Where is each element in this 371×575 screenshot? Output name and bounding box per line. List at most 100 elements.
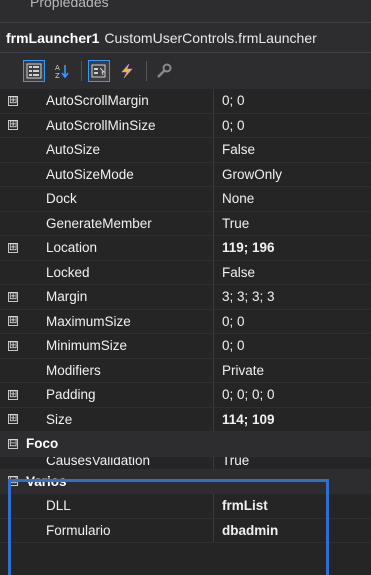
property-name: Size xyxy=(46,411,73,427)
column-divider xyxy=(213,138,214,162)
toolbar-separator-2 xyxy=(146,61,147,81)
column-divider xyxy=(213,334,214,358)
property-value[interactable]: False xyxy=(222,265,255,280)
property-name: AutoSize xyxy=(46,142,101,158)
column-divider xyxy=(213,260,214,284)
property-name: Padding xyxy=(46,387,96,403)
column-divider xyxy=(213,383,214,407)
property-name: Dock xyxy=(46,191,77,207)
property-value[interactable]: Private xyxy=(222,363,264,378)
object-selector[interactable]: frmLauncher1 CustomUserControls.frmLaunc… xyxy=(0,22,371,53)
expand-icon[interactable]: ⊞ xyxy=(8,242,18,253)
properties-button[interactable] xyxy=(88,60,110,82)
property-row-location[interactable]: ⊞ Location 119; 196 xyxy=(0,236,371,261)
toolbar-separator xyxy=(81,61,82,81)
expand-icon[interactable]: ⊞ xyxy=(8,120,18,131)
property-row-generatemember[interactable]: GenerateMember True xyxy=(0,211,371,236)
property-name: AutoScrollMargin xyxy=(46,93,149,109)
property-value[interactable]: 119; 196 xyxy=(222,240,275,255)
property-name: Formulario xyxy=(46,522,111,538)
property-name: MaximumSize xyxy=(46,313,131,329)
collapse-icon[interactable]: ⊟ xyxy=(8,438,18,449)
property-row-padding[interactable]: ⊞ Padding 0; 0; 0; 0 xyxy=(0,383,371,408)
expand-icon[interactable]: ⊞ xyxy=(8,316,18,327)
property-value[interactable]: dbadmin xyxy=(222,523,278,538)
svg-text:Z: Z xyxy=(55,72,60,79)
svg-text:A: A xyxy=(55,64,60,72)
column-divider xyxy=(213,285,214,309)
property-name: AutoSizeMode xyxy=(46,166,134,182)
category-name: Varios xyxy=(26,473,67,489)
property-name: Margin xyxy=(46,289,88,305)
property-row-autoscrollminsize[interactable]: ⊞ AutoScrollMinSize 0; 0 xyxy=(0,113,371,138)
property-row-maximumsize[interactable]: ⊞ MaximumSize 0; 0 xyxy=(0,309,371,334)
column-divider xyxy=(213,456,214,469)
property-value[interactable]: 3; 3; 3; 3 xyxy=(222,289,275,304)
category-foco[interactable]: ⊟ Foco xyxy=(0,432,371,457)
object-name: frmLauncher1 xyxy=(6,29,100,46)
column-divider xyxy=(213,187,214,211)
property-value[interactable]: False xyxy=(222,142,255,157)
events-icon xyxy=(121,63,133,79)
property-row-formulario[interactable]: Formulario dbadmin xyxy=(0,518,371,543)
property-name: AutoScrollMinSize xyxy=(46,117,156,133)
column-divider xyxy=(213,309,214,333)
column-divider xyxy=(213,407,214,431)
column-divider xyxy=(213,162,214,186)
property-value[interactable]: 0; 0 xyxy=(222,118,245,133)
category-name: Foco xyxy=(26,436,59,452)
property-row-margin[interactable]: ⊞ Margin 3; 3; 3; 3 xyxy=(0,285,371,310)
property-name: CausesValidation xyxy=(46,456,151,468)
expand-icon[interactable]: ⊞ xyxy=(8,95,18,106)
property-value[interactable]: 0; 0 xyxy=(222,93,245,108)
column-divider xyxy=(213,358,214,382)
property-name: DLL xyxy=(46,498,71,514)
panel-title: Propiedades xyxy=(30,0,109,10)
property-value[interactable]: True xyxy=(222,457,249,468)
expand-icon[interactable]: ⊞ xyxy=(8,291,18,302)
property-value[interactable]: GrowOnly xyxy=(222,167,282,182)
property-grid: ⊞ AutoScrollMargin 0; 0 ⊞ AutoScrollMinSize 0… xyxy=(0,89,371,575)
property-row-dll[interactable]: DLL frmList xyxy=(0,494,371,519)
property-row-minimumsize[interactable]: ⊞ MinimumSize 0; 0 xyxy=(0,334,371,359)
property-value[interactable]: frmList xyxy=(222,498,268,513)
property-value[interactable]: True xyxy=(222,216,249,231)
property-row-size[interactable]: ⊞ Size 114; 109 xyxy=(0,407,371,432)
column-divider xyxy=(213,211,214,235)
property-value[interactable]: 0; 0; 0; 0 xyxy=(222,387,275,402)
property-name: MinimumSize xyxy=(46,338,128,354)
column-divider xyxy=(213,518,214,542)
expand-icon[interactable]: ⊞ xyxy=(8,414,18,425)
alphabetical-icon: A Z xyxy=(55,64,69,79)
property-value[interactable]: 0; 0 xyxy=(222,314,245,329)
property-name: Modifiers xyxy=(46,362,101,378)
property-name: Locked xyxy=(46,264,90,280)
property-value[interactable]: 0; 0 xyxy=(222,338,245,353)
property-row-locked[interactable]: Locked False xyxy=(0,260,371,285)
property-value[interactable]: 114; 109 xyxy=(222,412,275,427)
expand-icon[interactable]: ⊞ xyxy=(8,340,18,351)
property-row-autoscrollmargin[interactable]: ⊞ AutoScrollMargin 0; 0 xyxy=(0,89,371,114)
column-divider xyxy=(213,113,214,137)
column-divider xyxy=(213,494,214,518)
properties-icon xyxy=(91,64,106,78)
column-divider xyxy=(213,236,214,260)
categorized-button[interactable] xyxy=(23,60,45,82)
alphabetical-button[interactable]: A Z xyxy=(51,60,73,82)
property-row-modifiers[interactable]: Modifiers Private xyxy=(0,358,371,383)
property-pages-button[interactable] xyxy=(153,60,175,82)
expand-icon[interactable]: ⊞ xyxy=(8,389,18,400)
property-row-autosize[interactable]: AutoSize False xyxy=(0,138,371,163)
property-row-dock[interactable]: Dock None xyxy=(0,187,371,212)
category-varios[interactable]: ⊟ Varios xyxy=(0,469,371,494)
property-value[interactable]: None xyxy=(222,191,254,206)
property-name: Location xyxy=(46,240,98,256)
events-button[interactable] xyxy=(116,60,138,82)
categorized-icon xyxy=(26,63,42,79)
property-pages-icon xyxy=(157,63,172,78)
column-divider xyxy=(213,89,214,113)
collapse-icon[interactable]: ⊟ xyxy=(8,476,18,487)
property-row-causesvalidation[interactable]: CausesValidation True xyxy=(0,456,371,470)
property-row-autosizemode[interactable]: AutoSizeMode GrowOnly xyxy=(0,162,371,187)
property-toolbar: A Z xyxy=(0,53,371,89)
